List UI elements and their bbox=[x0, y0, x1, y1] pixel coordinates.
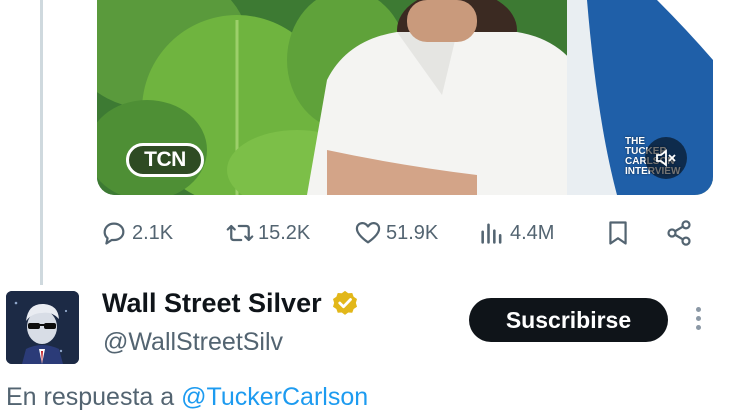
speaker-muted-icon bbox=[656, 149, 676, 167]
reply-context-prefix: En respuesta a bbox=[6, 383, 175, 411]
avatar[interactable] bbox=[6, 291, 79, 364]
reply-count: 2.1K bbox=[132, 221, 174, 244]
heart-icon bbox=[355, 221, 381, 244]
share-icon bbox=[667, 220, 691, 246]
reply-context: En respuesta a @TuckerCarlson bbox=[6, 383, 368, 412]
bookmark-icon bbox=[609, 221, 627, 245]
share-action[interactable] bbox=[665, 213, 693, 253]
tweet-video[interactable]: TCN THE TUCKER CARLSON INTERVIEW bbox=[97, 0, 713, 195]
mention-link[interactable]: @TuckerCarlson bbox=[181, 383, 368, 411]
mute-button[interactable] bbox=[645, 137, 687, 179]
repost-count: 15.2K bbox=[258, 221, 311, 244]
author-name[interactable]: Wall Street Silver bbox=[102, 288, 322, 319]
subscribe-button[interactable]: Suscribirse bbox=[469, 298, 668, 342]
bookmark-action[interactable] bbox=[604, 213, 632, 253]
view-count: 4.4M bbox=[510, 221, 555, 244]
analytics-icon bbox=[481, 223, 502, 244]
avatar-image bbox=[6, 291, 79, 364]
author-name-line: Wall Street Silver bbox=[102, 288, 360, 319]
views-action[interactable]: 4.4M bbox=[478, 213, 554, 253]
tcn-logo: TCN bbox=[126, 143, 204, 177]
more-options-icon[interactable] bbox=[688, 305, 708, 335]
verified-badge-icon bbox=[332, 290, 357, 315]
like-action[interactable]: 51.9K bbox=[354, 213, 438, 253]
author-handle[interactable]: @WallStreetSilv bbox=[103, 328, 283, 357]
repost-icon bbox=[226, 224, 254, 242]
repost-action[interactable]: 15.2K bbox=[226, 213, 310, 253]
like-count: 51.9K bbox=[386, 221, 439, 244]
tweet-action-bar: 2.1K 15.2K 51.9K 4.4M bbox=[100, 213, 705, 253]
reply-icon bbox=[103, 222, 125, 245]
reply-action[interactable]: 2.1K bbox=[100, 213, 173, 253]
reply-tweet-header: Wall Street Silver @WallStreetSilv Suscr… bbox=[0, 285, 735, 365]
thread-connector-line bbox=[40, 0, 43, 285]
